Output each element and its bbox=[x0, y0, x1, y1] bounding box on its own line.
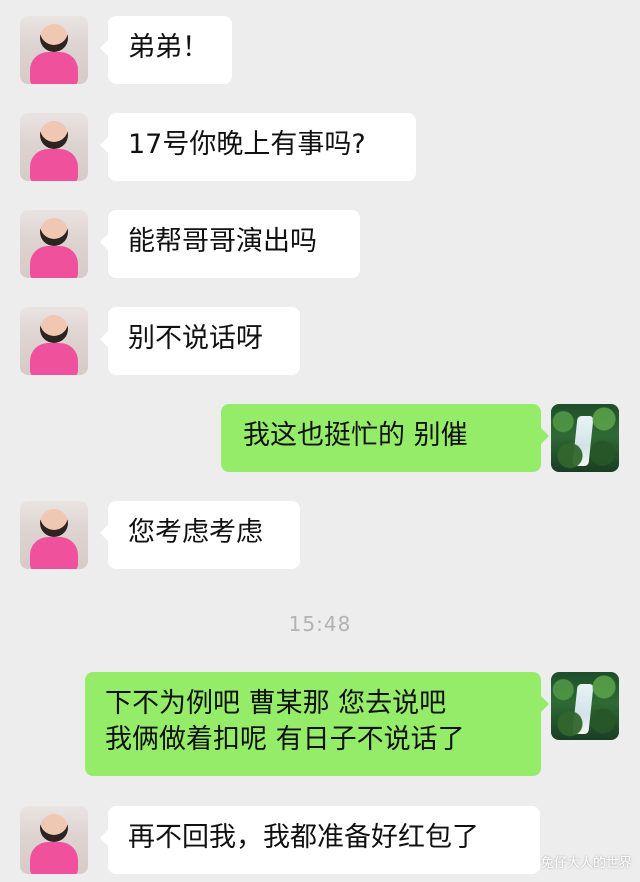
message-text: 您考虑考虑 bbox=[128, 517, 263, 548]
outgoing-message-bubble[interactable]: 下不为例吧 曹某那 您去说吧 我俩做着扣呢 有日子不说话了 bbox=[85, 672, 549, 776]
incoming-message-bubble[interactable]: 能帮哥哥演出吗 bbox=[100, 210, 360, 278]
message-text: 再不回我，我都准备好红包了 bbox=[128, 822, 479, 853]
message-text: 别不说话呀 bbox=[128, 323, 263, 354]
user-avatar[interactable] bbox=[551, 672, 619, 740]
incoming-message-bubble[interactable]: 再不回我，我都准备好红包了 bbox=[100, 806, 540, 874]
message-text: 我这也挺忙的 别催 bbox=[243, 420, 468, 451]
user-avatar[interactable] bbox=[551, 404, 619, 472]
message-text: 能帮哥哥演出吗 bbox=[128, 226, 317, 257]
watermark-text: 兔仔大人的世界 bbox=[540, 856, 632, 871]
incoming-message-bubble[interactable]: 弟弟！ bbox=[100, 16, 232, 84]
contact-avatar[interactable] bbox=[20, 16, 88, 84]
outgoing-message-bubble[interactable]: 我这也挺忙的 别催 bbox=[221, 404, 549, 472]
contact-avatar[interactable] bbox=[20, 501, 88, 569]
message-line: 我俩做着扣呢 有日子不说话了 bbox=[105, 724, 465, 755]
contact-avatar[interactable] bbox=[20, 307, 88, 375]
time-separator: 15:48 bbox=[288, 612, 352, 636]
contact-avatar[interactable] bbox=[20, 210, 88, 278]
contact-avatar[interactable] bbox=[20, 806, 88, 874]
incoming-message-bubble[interactable]: 别不说话呀 bbox=[100, 307, 300, 375]
incoming-message-bubble[interactable]: 17号你晚上有事吗? bbox=[100, 113, 416, 181]
message-line: 下不为例吧 曹某那 您去说吧 bbox=[105, 688, 447, 719]
message-text: 17号你晚上有事吗? bbox=[128, 129, 366, 160]
message-text: 弟弟！ bbox=[128, 32, 209, 63]
contact-avatar[interactable] bbox=[20, 113, 88, 181]
chat-conversation: 弟弟！ 17号你晚上有事吗? 能帮哥哥演出吗 别不说话呀 我这也挺忙的 别催 您… bbox=[0, 0, 640, 882]
incoming-message-bubble[interactable]: 您考虑考虑 bbox=[100, 501, 300, 569]
